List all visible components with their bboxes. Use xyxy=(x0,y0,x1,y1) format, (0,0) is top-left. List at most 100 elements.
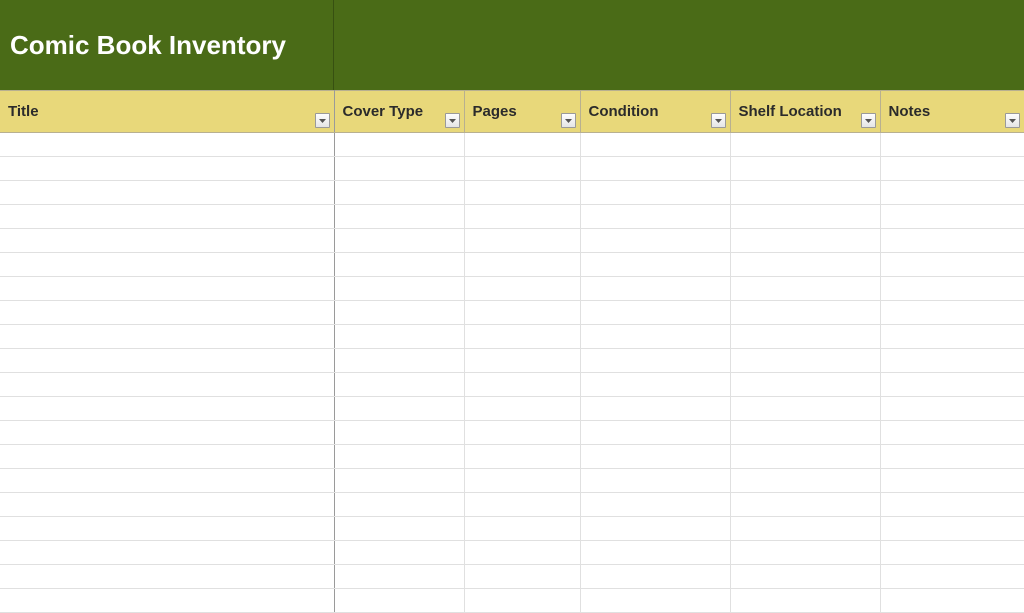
table-cell[interactable] xyxy=(580,133,730,157)
column-header[interactable]: Condition xyxy=(580,91,730,133)
table-cell[interactable] xyxy=(464,493,580,517)
table-cell[interactable] xyxy=(464,517,580,541)
table-cell[interactable] xyxy=(464,325,580,349)
table-cell[interactable] xyxy=(334,445,464,469)
table-cell[interactable] xyxy=(0,205,334,229)
table-cell[interactable] xyxy=(730,373,880,397)
table-cell[interactable] xyxy=(880,565,1024,589)
table-cell[interactable] xyxy=(334,493,464,517)
table-cell[interactable] xyxy=(730,517,880,541)
table-cell[interactable] xyxy=(464,229,580,253)
table-cell[interactable] xyxy=(730,253,880,277)
table-cell[interactable] xyxy=(730,277,880,301)
table-cell[interactable] xyxy=(880,253,1024,277)
table-cell[interactable] xyxy=(0,397,334,421)
table-cell[interactable] xyxy=(464,469,580,493)
table-cell[interactable] xyxy=(0,325,334,349)
table-cell[interactable] xyxy=(730,421,880,445)
table-cell[interactable] xyxy=(880,301,1024,325)
table-cell[interactable] xyxy=(334,373,464,397)
table-cell[interactable] xyxy=(880,325,1024,349)
table-cell[interactable] xyxy=(334,181,464,205)
table-cell[interactable] xyxy=(730,181,880,205)
table-cell[interactable] xyxy=(730,493,880,517)
filter-dropdown-button[interactable] xyxy=(315,113,330,128)
table-cell[interactable] xyxy=(730,589,880,613)
column-header[interactable]: Cover Type xyxy=(334,91,464,133)
table-cell[interactable] xyxy=(0,229,334,253)
table-cell[interactable] xyxy=(464,541,580,565)
table-cell[interactable] xyxy=(880,157,1024,181)
table-cell[interactable] xyxy=(334,253,464,277)
table-cell[interactable] xyxy=(730,325,880,349)
table-cell[interactable] xyxy=(464,277,580,301)
table-cell[interactable] xyxy=(730,157,880,181)
filter-dropdown-button[interactable] xyxy=(861,113,876,128)
table-cell[interactable] xyxy=(580,181,730,205)
table-cell[interactable] xyxy=(580,205,730,229)
table-cell[interactable] xyxy=(0,253,334,277)
table-cell[interactable] xyxy=(880,445,1024,469)
table-cell[interactable] xyxy=(880,469,1024,493)
table-cell[interactable] xyxy=(580,565,730,589)
table-cell[interactable] xyxy=(580,589,730,613)
table-cell[interactable] xyxy=(334,589,464,613)
table-cell[interactable] xyxy=(334,565,464,589)
table-cell[interactable] xyxy=(580,229,730,253)
table-cell[interactable] xyxy=(730,445,880,469)
table-cell[interactable] xyxy=(334,205,464,229)
table-cell[interactable] xyxy=(730,229,880,253)
table-cell[interactable] xyxy=(730,205,880,229)
table-cell[interactable] xyxy=(580,253,730,277)
table-cell[interactable] xyxy=(880,397,1024,421)
table-cell[interactable] xyxy=(580,325,730,349)
table-cell[interactable] xyxy=(0,277,334,301)
table-cell[interactable] xyxy=(880,181,1024,205)
table-cell[interactable] xyxy=(580,301,730,325)
table-cell[interactable] xyxy=(730,565,880,589)
table-cell[interactable] xyxy=(334,277,464,301)
table-cell[interactable] xyxy=(464,301,580,325)
table-cell[interactable] xyxy=(880,493,1024,517)
table-cell[interactable] xyxy=(580,349,730,373)
table-cell[interactable] xyxy=(334,133,464,157)
table-cell[interactable] xyxy=(880,349,1024,373)
table-cell[interactable] xyxy=(464,349,580,373)
table-cell[interactable] xyxy=(0,445,334,469)
table-cell[interactable] xyxy=(334,325,464,349)
table-cell[interactable] xyxy=(464,421,580,445)
table-cell[interactable] xyxy=(464,373,580,397)
filter-dropdown-button[interactable] xyxy=(561,113,576,128)
table-cell[interactable] xyxy=(0,421,334,445)
table-cell[interactable] xyxy=(334,541,464,565)
table-cell[interactable] xyxy=(730,541,880,565)
table-cell[interactable] xyxy=(464,445,580,469)
table-cell[interactable] xyxy=(580,397,730,421)
table-cell[interactable] xyxy=(880,373,1024,397)
table-cell[interactable] xyxy=(730,397,880,421)
table-cell[interactable] xyxy=(464,157,580,181)
table-cell[interactable] xyxy=(880,229,1024,253)
table-cell[interactable] xyxy=(730,469,880,493)
table-cell[interactable] xyxy=(580,157,730,181)
filter-dropdown-button[interactable] xyxy=(711,113,726,128)
table-cell[interactable] xyxy=(880,541,1024,565)
table-cell[interactable] xyxy=(0,133,334,157)
table-cell[interactable] xyxy=(464,589,580,613)
table-cell[interactable] xyxy=(334,157,464,181)
table-cell[interactable] xyxy=(0,541,334,565)
table-cell[interactable] xyxy=(0,589,334,613)
column-header[interactable]: Shelf Location xyxy=(730,91,880,133)
column-header[interactable]: Pages xyxy=(464,91,580,133)
column-header[interactable]: Title xyxy=(0,91,334,133)
table-cell[interactable] xyxy=(580,421,730,445)
table-cell[interactable] xyxy=(0,517,334,541)
filter-dropdown-button[interactable] xyxy=(1005,113,1020,128)
table-cell[interactable] xyxy=(880,517,1024,541)
table-cell[interactable] xyxy=(0,469,334,493)
table-cell[interactable] xyxy=(334,517,464,541)
table-cell[interactable] xyxy=(580,493,730,517)
table-cell[interactable] xyxy=(0,493,334,517)
table-cell[interactable] xyxy=(334,469,464,493)
table-cell[interactable] xyxy=(0,181,334,205)
